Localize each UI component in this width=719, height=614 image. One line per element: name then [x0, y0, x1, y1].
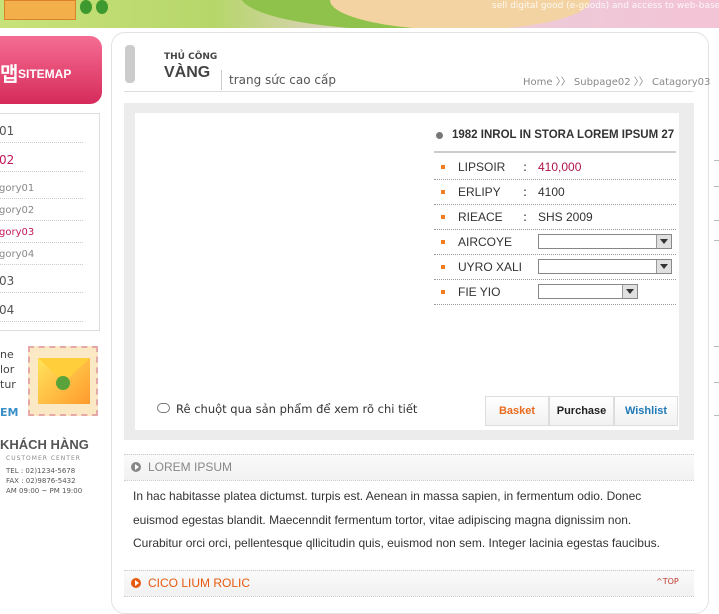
body-line: Curabitur orci orci, pellentesque qllici…	[133, 536, 660, 550]
wishlist-button[interactable]: Wishlist	[614, 396, 678, 426]
page-description: trang sức cao cấp	[229, 73, 336, 87]
option-select[interactable]	[538, 234, 672, 249]
sidebar-subitem-category02[interactable]: gory02	[0, 205, 83, 221]
purchase-button[interactable]: Purchase	[549, 396, 614, 426]
back-to-top-link[interactable]: ^TOP	[656, 577, 679, 586]
product-image[interactable]	[150, 130, 370, 280]
breadcrumb[interactable]: Home 〉〉 Subpage02 〉〉 Catagory03	[523, 73, 710, 88]
caret-up-icon: ^	[656, 577, 663, 586]
section-title: LOREM IPSUM	[148, 460, 233, 474]
customer-center-title: KHÁCH HÀNG	[0, 437, 89, 452]
section-body: In hac habitasse platea dictumst. turpis…	[133, 485, 685, 556]
edge-divider	[714, 186, 719, 187]
option-label: AIRCOYE	[458, 235, 513, 249]
option-select[interactable]	[538, 259, 672, 274]
section-header-lorem-ipsum: LOREM IPSUM	[124, 454, 694, 481]
sitemap-button[interactable]: 맵 SITEMAP	[0, 36, 102, 104]
customer-fax: FAX : 02)9876-5432	[6, 477, 76, 485]
sidebar-item-04[interactable]: 04	[0, 303, 83, 322]
orange-bullet-icon	[441, 190, 445, 194]
title-divider-line	[124, 91, 693, 92]
product-option-row: FIE YIO	[434, 280, 676, 305]
orange-bullet-icon	[441, 165, 445, 169]
price-value: 410,000	[538, 160, 582, 174]
product-option-row: AIRCOYE	[434, 230, 676, 255]
edge-divider	[714, 240, 719, 241]
sidebar-subitem-category04[interactable]: gory04	[0, 249, 83, 265]
dropdown-arrow-icon[interactable]	[656, 260, 671, 273]
sidebar-menu: 01 02 gory01 gory02 gory03 gory04 03 04	[0, 113, 100, 331]
page-title: VÀNG	[164, 64, 211, 81]
basket-button[interactable]: Basket	[485, 396, 549, 426]
arrow-circle-icon	[131, 578, 141, 588]
arrow-circle-icon	[131, 462, 141, 472]
dropdown-arrow-icon[interactable]	[656, 235, 671, 248]
top-banner: sell digital good (e-goods) and access t…	[0, 0, 719, 28]
sidebar-item-02[interactable]: 02	[0, 153, 83, 172]
info-line: ne	[0, 348, 14, 361]
banner-tagline: sell digital good (e-goods) and access t…	[492, 1, 719, 11]
mail-envelope-icon[interactable]	[28, 346, 98, 416]
product-option-row: UYRO XALI	[434, 255, 676, 280]
sitemap-label: SITEMAP	[18, 67, 72, 81]
edge-divider	[714, 346, 719, 347]
banner-house-illustration	[4, 0, 76, 20]
dropdown-arrow-icon[interactable]	[622, 285, 637, 298]
customer-center-subtitle: CUSTOMER CENTER	[6, 455, 81, 462]
orange-bullet-icon	[441, 240, 445, 244]
sidebar-subitem-category01[interactable]: gory01	[0, 183, 83, 199]
customer-hours: AM 09:00 ~ PM 19:00	[6, 487, 83, 495]
info-more-link[interactable]: EM	[0, 406, 18, 419]
product-field-row: ERLIPY : 4100	[434, 180, 676, 205]
bullet-dot-icon	[436, 132, 443, 139]
section-title: CICO LIUM ROLIC	[148, 576, 251, 590]
option-label: UYRO XALI	[458, 260, 523, 274]
sidebar-info-snippet: ne lor tur EM	[0, 348, 24, 428]
product-name: 1982 INROL IN STORA LOREM IPSUM 27	[452, 129, 675, 141]
product-field-row: RIEACE : SHS 2009	[434, 205, 676, 230]
field-value: SHS 2009	[538, 210, 593, 224]
field-label: RIEACE	[458, 210, 503, 224]
field-value: 4100	[538, 185, 565, 199]
field-label: ERLIPY	[458, 185, 501, 199]
title-accent-bar	[125, 45, 135, 83]
option-select[interactable]	[538, 284, 638, 299]
speech-bubble-icon	[157, 403, 170, 413]
sitemap-glyph: 맵	[0, 62, 19, 86]
field-colon: :	[523, 160, 528, 174]
orange-bullet-icon	[441, 290, 445, 294]
sidebar-item-01[interactable]: 01	[0, 124, 83, 143]
orange-bullet-icon	[441, 215, 445, 219]
info-line: lor	[0, 363, 15, 376]
option-label: FIE YIO	[458, 285, 501, 299]
orange-bullet-icon	[441, 265, 445, 269]
page-title-small: THỦ CÔNG	[164, 52, 218, 62]
edge-divider	[714, 415, 719, 416]
field-label: LIPSOIR	[458, 160, 506, 174]
leaf-stamp-icon	[56, 376, 70, 390]
edge-divider	[714, 382, 719, 383]
product-field-row: LIPSOIR : 410,000	[434, 155, 676, 180]
product-name-underline	[434, 151, 676, 153]
info-line: tur	[0, 378, 16, 391]
field-colon: :	[523, 185, 528, 199]
title-divider	[221, 70, 222, 90]
sidebar-item-03[interactable]: 03	[0, 274, 83, 293]
field-colon: :	[523, 210, 528, 224]
customer-tel: TEL : 02)1234-5678	[6, 467, 76, 475]
sidebar-subitem-category03[interactable]: gory03	[0, 227, 83, 243]
banner-tree	[96, 0, 108, 14]
body-line: In hac habitasse platea dictumst. turpis…	[133, 489, 642, 503]
top-label: TOP	[662, 577, 679, 586]
edge-divider	[714, 160, 719, 161]
body-line: euismod egestas blandit. Maecenndit ferm…	[133, 512, 632, 527]
banner-tree	[80, 0, 92, 14]
edge-divider	[714, 220, 719, 221]
zoom-hint-text: Rê chuột qua sản phẩm để xem rõ chi tiết	[176, 402, 418, 416]
section-header-cico-lium-rolic: CICO LIUM ROLIC	[124, 570, 694, 597]
